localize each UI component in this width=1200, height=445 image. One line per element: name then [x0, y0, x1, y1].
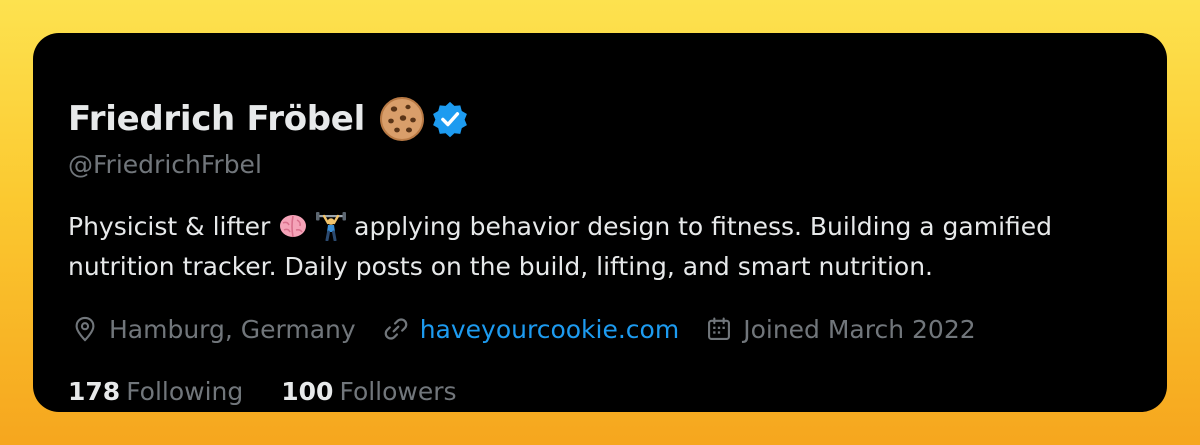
verified-badge-icon[interactable]: [431, 100, 469, 138]
profile-meta: Hamburg, Germany haveyourcookie.com Join…: [71, 309, 1002, 349]
followers-count: 100: [281, 376, 334, 406]
calendar-icon: [708, 317, 731, 340]
bio-line-1: Physicist & lifter applying behavior des…: [68, 207, 1148, 247]
following-link[interactable]: 178 Following: [68, 377, 243, 406]
profile-bio: Physicist & lifter applying behavior des…: [68, 207, 1148, 287]
profile-name-row: Friedrich Fröbel: [68, 91, 469, 147]
followers-link[interactable]: 100 Followers: [281, 377, 456, 406]
location-item: Hamburg, Germany: [71, 315, 356, 344]
bio-text-start: Physicist & lifter: [68, 212, 271, 241]
weight-lifter-emoji-icon: [316, 212, 347, 241]
profile-card: Friedrich Fröbel @FriedrichFrbel Physici…: [33, 33, 1167, 412]
link-icon: [384, 318, 408, 340]
followers-label: Followers: [339, 376, 457, 406]
location-text: Hamburg, Germany: [109, 314, 356, 344]
location-pin-icon: [75, 316, 95, 342]
joined-item: Joined March 2022: [705, 314, 976, 344]
website-link[interactable]: haveyourcookie.com: [420, 315, 680, 344]
website-item[interactable]: haveyourcookie.com: [382, 315, 680, 344]
bio-text-continued: applying behavior design to fitness. Bui…: [354, 212, 1053, 241]
brain-emoji-icon: [280, 215, 307, 238]
profile-stats: 178 Following 100 Followers: [68, 371, 495, 411]
cookie-emoji-icon: [379, 97, 424, 141]
following-label: Following: [126, 376, 244, 406]
bio-line-2: nutrition tracker. Daily posts on the bu…: [68, 252, 934, 281]
profile-handle: @FriedrichFrbel: [68, 150, 262, 179]
joined-text: Joined March 2022: [743, 314, 976, 344]
following-count: 178: [68, 376, 121, 406]
display-name[interactable]: Friedrich Fröbel: [68, 102, 365, 136]
